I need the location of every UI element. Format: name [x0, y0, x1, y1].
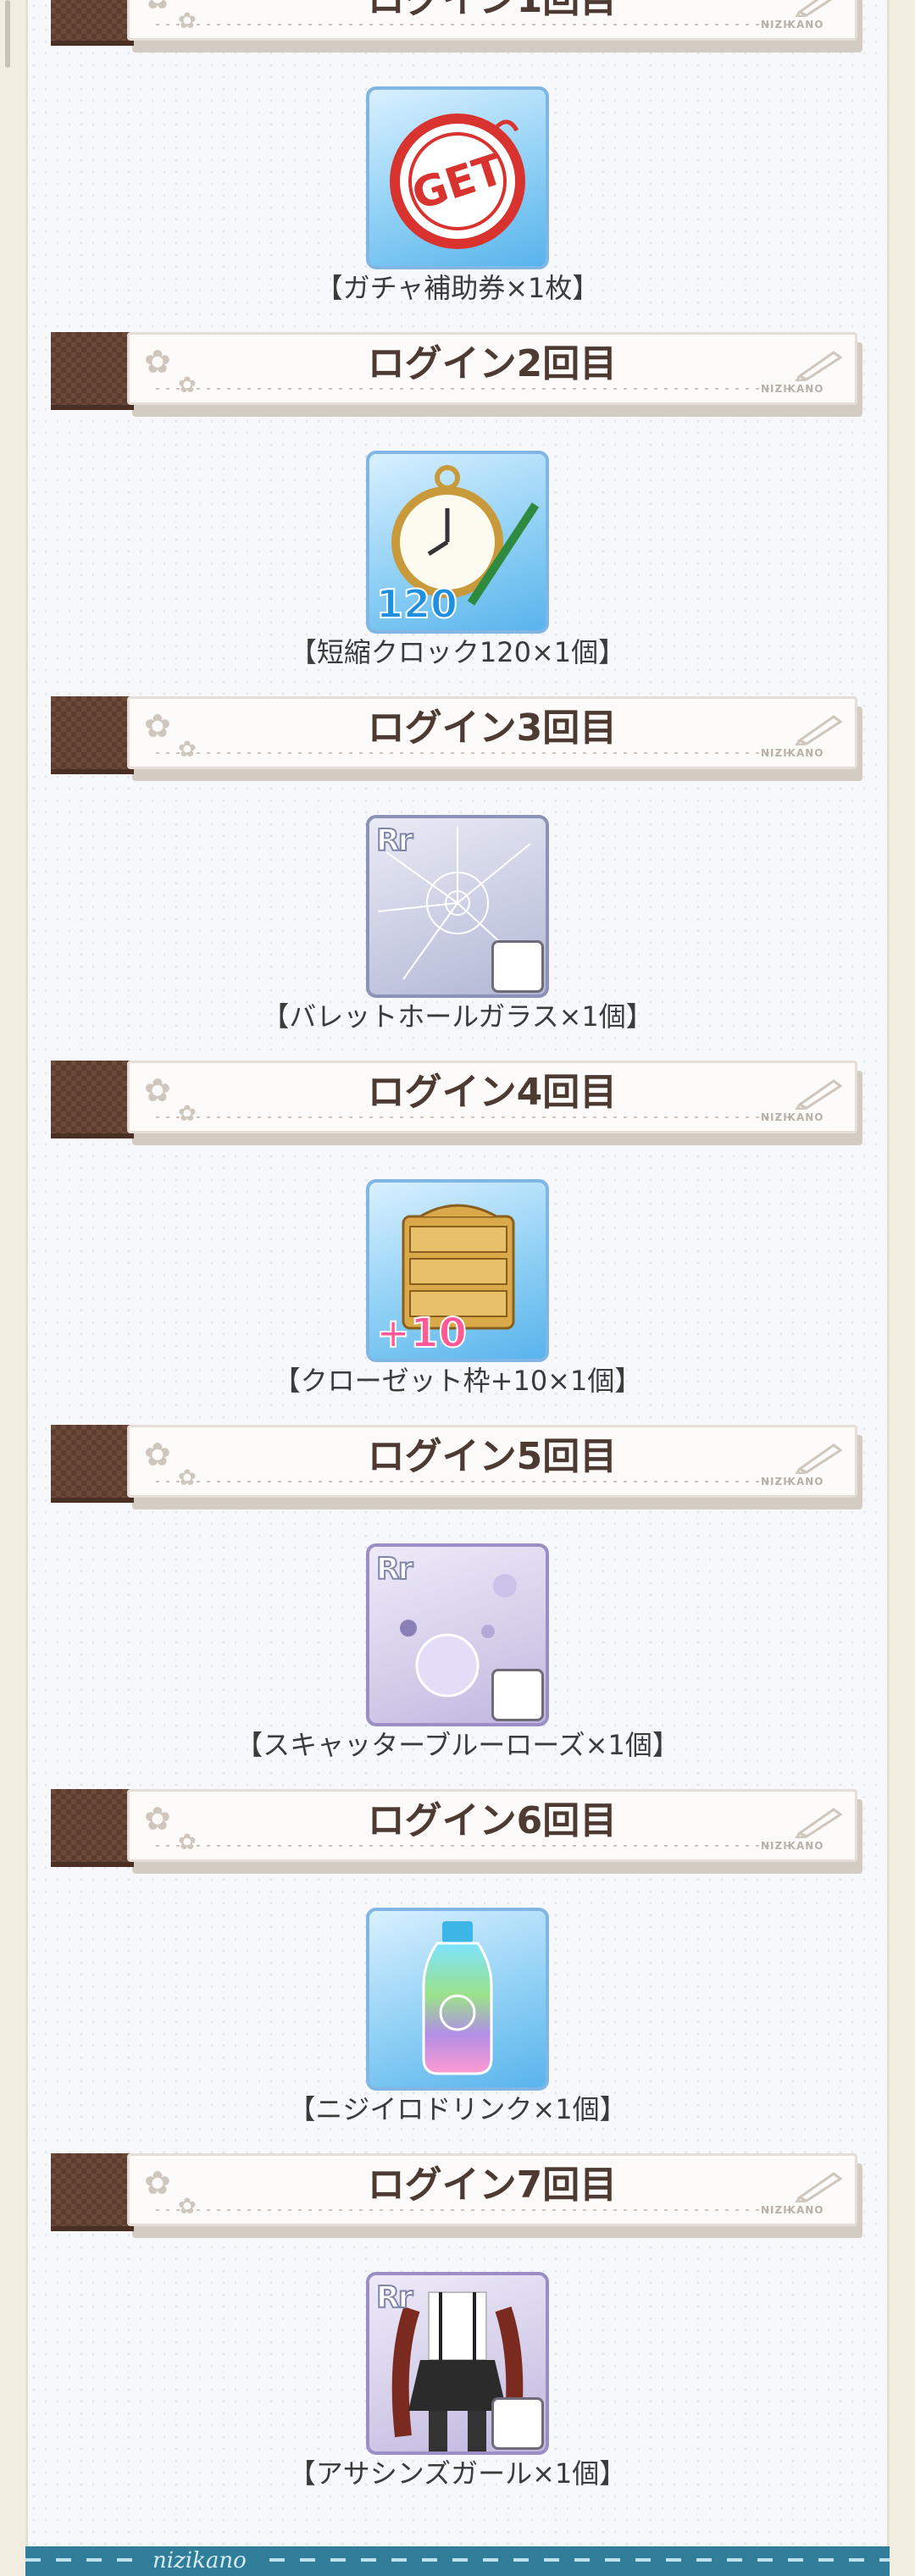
wallpaper-type-icon: [491, 940, 544, 993]
pocket-watch-icon[interactable]: 120: [366, 451, 549, 634]
outfit-icon[interactable]: Rr: [366, 2272, 549, 2455]
wallpaper-type-icon: [491, 1669, 544, 1721]
closet-plus-label: +10: [375, 1309, 468, 1358]
section-header: ✿ ✿ NIZIKANO ログイン7回目: [51, 2153, 862, 2238]
drink-bottle-icon[interactable]: [366, 1908, 549, 2091]
section-header: ✿✿ NIZIKANO ログイン1回目: [51, 0, 862, 53]
reward-text: 【ガチャ補助券×1枚】: [315, 272, 600, 304]
section-header: ✿ ✿ NIZIKANO ログイン2回目: [51, 332, 862, 417]
login-reward-5: ✿ ✿ NIZIKANO ログイン5回目 Rr 【スキャッターブルーローズ×1個】: [0, 1425, 915, 1789]
dresser-icon[interactable]: +10: [366, 1179, 549, 1362]
login-reward-1: ✿✿ NIZIKANO ログイン1回目 GET 【ガチャ補助券×1枚】: [0, 0, 915, 332]
login-reward-6: ✿ ✿ NIZIKANO ログイン6回目 【ニジイロドリンク×1個】: [0, 1789, 915, 2153]
login-reward-3: ✿ ✿ NIZIKANO ログイン3回目 Rr 【バレットホールガラス×1個】: [0, 696, 915, 1061]
reward-text: 【スキャッターブルーローズ×1個】: [236, 1729, 679, 1761]
section-header: ✿ ✿ NIZIKANO ログイン6回目: [51, 1789, 862, 1874]
reward-text: 【短縮クロック120×1個】: [289, 636, 626, 668]
clock-amount-label: 120: [375, 580, 458, 628]
section-title: ログイン5回目: [367, 1435, 618, 1478]
section-header: ✿ ✿ NIZIKANO ログイン4回目: [51, 1061, 862, 1145]
reward-text: 【バレットホールガラス×1個】: [262, 1000, 653, 1033]
bubble-wallpaper-icon[interactable]: Rr: [366, 1543, 549, 1726]
login-reward-7: ✿ ✿ NIZIKANO ログイン7回目 Rr 【アサシンズガール×1個】: [0, 2153, 915, 2518]
footer-logo: nizikano: [144, 2548, 255, 2573]
section-header: ✿ ✿ NIZIKANO ログイン3回目: [51, 696, 862, 781]
login-reward-4: ✿ ✿ NIZIKANO ログイン4回目 +10 【クローゼット枠+10×1個】: [0, 1061, 915, 1425]
rarity-label: Rr: [375, 2280, 414, 2316]
footer-bar: nizikano: [25, 2546, 890, 2576]
reward-text: 【ニジイロドリンク×1個】: [288, 2093, 627, 2125]
clothing-type-icon: [491, 2397, 544, 2450]
section-header: ✿ ✿ NIZIKANO ログイン5回目: [51, 1425, 862, 1510]
get-ticket-icon[interactable]: GET: [366, 86, 549, 269]
cracked-glass-icon[interactable]: Rr: [366, 815, 549, 998]
section-title: ログイン6回目: [367, 1799, 618, 1842]
rarity-label: Rr: [375, 823, 414, 859]
section-title: ログイン2回目: [367, 342, 618, 385]
section-title: ログイン7回目: [367, 2163, 618, 2207]
section-title: ログイン1回目: [127, 0, 857, 24]
rarity-label: Rr: [375, 1551, 414, 1587]
section-title: ログイン4回目: [367, 1071, 618, 1114]
section-title: ログイン3回目: [367, 706, 618, 750]
reward-text: 【クローゼット枠+10×1個】: [273, 1365, 642, 1397]
reward-text: 【アサシンズガール×1個】: [288, 2457, 627, 2490]
login-reward-2: ✿ ✿ NIZIKANO ログイン2回目 120 【短縮クロック120×1個】: [0, 332, 915, 696]
